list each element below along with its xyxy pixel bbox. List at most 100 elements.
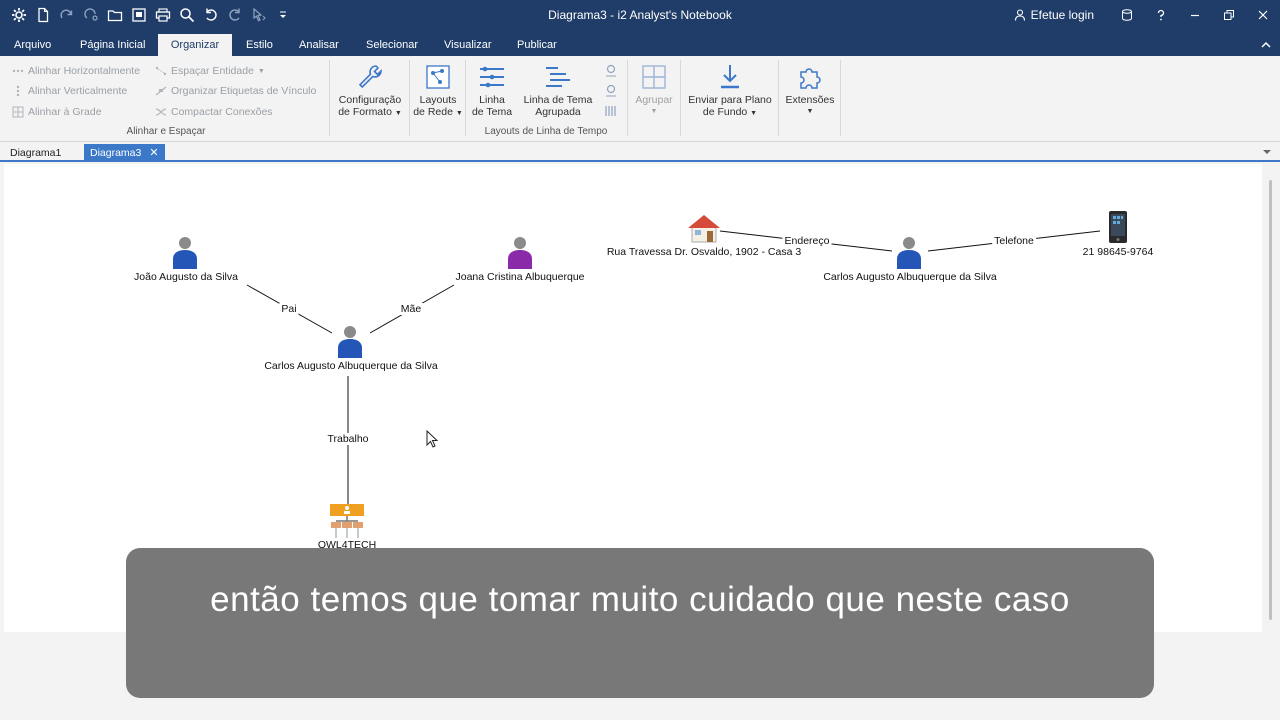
compact-connections-button[interactable]: Compactar Conexões — [155, 104, 273, 120]
organization-icon[interactable] — [329, 502, 365, 540]
restore-icon[interactable] — [1212, 0, 1246, 30]
doc-tab-diagrama3[interactable]: Diagrama3 ✕ — [84, 144, 165, 162]
extensions-button[interactable]: Extensões ▼ — [782, 60, 838, 118]
network-layouts-line1: Layouts — [419, 94, 457, 106]
network-layouts-line2: de Rede — [413, 106, 453, 118]
mouse-cursor-icon — [426, 430, 438, 448]
group-icon — [638, 60, 670, 94]
tab-arquivo[interactable]: Arquivo — [5, 34, 60, 56]
person-male-icon[interactable] — [896, 235, 922, 269]
ribbon-separator — [465, 60, 466, 136]
theme-line-icon — [476, 60, 508, 94]
house-icon[interactable] — [686, 212, 722, 244]
send-background-line1: Enviar para Plano — [688, 94, 772, 106]
align-horizontal-button[interactable]: Alinhar Horizontalmente — [12, 63, 140, 79]
tab-list-dropdown-icon[interactable] — [1262, 148, 1272, 156]
chevron-down-icon: ▼ — [650, 108, 658, 115]
chevron-down-icon: ▼ — [750, 110, 758, 117]
database-icon[interactable] — [1110, 0, 1144, 30]
network-layouts-button[interactable]: Layouts de Rede ▼ — [413, 60, 463, 120]
login-button[interactable]: Efetue login — [1014, 8, 1094, 22]
ribbon-separator — [840, 60, 841, 136]
align-vertical-icon — [16, 85, 20, 97]
entity-label-carlos-right: Carlos Augusto Albuquerque da Silva — [823, 271, 997, 283]
vertical-scrollbar[interactable] — [1262, 164, 1280, 632]
entity-label-joana: Joana Cristina Albuquerque — [455, 271, 585, 283]
space-entity-label: Espaçar Entidade — [171, 65, 254, 77]
link-label-phone[interactable]: Telefone — [992, 235, 1036, 247]
title-bar: Diagrama3 - i2 Analyst's Notebook Efetue… — [0, 0, 1280, 34]
tab-publicar[interactable]: Publicar — [508, 34, 566, 56]
close-icon[interactable] — [1246, 0, 1280, 30]
close-tab-icon[interactable]: ✕ — [149, 147, 158, 159]
space-entity-icon — [155, 66, 167, 76]
chevron-down-icon: ▼ — [455, 110, 463, 117]
scrollbar-thumb[interactable] — [1269, 180, 1272, 620]
format-config-button[interactable]: Configuração de Formato ▼ — [333, 60, 407, 120]
ribbon-separator — [680, 60, 681, 136]
tab-pagina-inicial[interactable]: Página Inicial — [71, 34, 154, 56]
ribbon-separator — [409, 60, 410, 136]
timeline-option-icon[interactable] — [604, 84, 618, 98]
align-vertical-button[interactable]: Alinhar Verticalmente — [12, 83, 127, 99]
ribbon-tab-bar: Arquivo Página Inicial Organizar Estilo … — [0, 34, 1280, 56]
person-male-icon[interactable] — [172, 235, 198, 269]
align-vertical-label: Alinhar Verticalmente — [28, 85, 128, 97]
tab-analisar[interactable]: Analisar — [290, 34, 348, 56]
mobile-phone-icon[interactable] — [1108, 210, 1128, 244]
link-labels-icon — [155, 86, 167, 96]
timeline-bars-icon[interactable] — [604, 104, 618, 118]
collapse-ribbon-icon[interactable] — [1260, 40, 1272, 50]
network-layout-icon — [422, 60, 454, 94]
align-horizontal-icon — [12, 69, 24, 73]
person-male-icon[interactable] — [337, 324, 363, 358]
grouped-theme-line-button[interactable]: Linha de Tema Agrupada — [520, 60, 596, 118]
theme-line-button[interactable]: Linha de Tema — [469, 60, 515, 118]
document-tab-bar: Diagrama1 Diagrama3 ✕ — [0, 143, 1280, 162]
send-background-line2: de Fundo — [702, 106, 748, 118]
help-icon[interactable] — [1144, 0, 1178, 30]
tab-organizar[interactable]: Organizar — [158, 34, 232, 56]
tab-selecionar[interactable]: Selecionar — [357, 34, 427, 56]
grouped-theme-line-line1: Linha de Tema — [523, 94, 593, 106]
doc-tab-label: Diagrama1 — [10, 147, 62, 159]
doc-tab-label: Diagrama3 — [90, 147, 142, 159]
align-group-label: Alinhar e Espaçar — [126, 126, 206, 137]
extensions-label: Extensões — [785, 94, 835, 106]
align-grid-button[interactable]: Alinhar à Grade — [12, 104, 102, 120]
window-controls: Efetue login — [1014, 0, 1280, 30]
grouped-theme-line-icon — [542, 60, 574, 94]
align-horizontal-label: Alinhar Horizontalmente — [28, 65, 141, 77]
link-label-address[interactable]: Endereço — [782, 235, 832, 247]
login-label: Efetue login — [1030, 8, 1094, 22]
group-button[interactable]: Agrupar ▼ — [630, 60, 678, 118]
chevron-down-icon: ▼ — [257, 67, 265, 75]
doc-tab-diagrama1[interactable]: Diagrama1 — [4, 144, 67, 162]
space-entity-button[interactable]: Espaçar Entidade ▼ — [155, 63, 265, 79]
send-backward-icon — [714, 60, 746, 94]
person-female-icon[interactable] — [507, 235, 533, 269]
link-label-work[interactable]: Trabalho — [325, 433, 371, 445]
grid-icon — [12, 106, 24, 118]
send-to-background-button[interactable]: Enviar para Plano de Fundo ▼ — [684, 60, 776, 120]
arrange-link-labels-label: Organizar Etiquetas de Vínculo — [171, 85, 317, 97]
theme-line-line2: de Tema — [471, 106, 513, 118]
link-label-mother[interactable]: Mãe — [398, 303, 424, 315]
format-config-line1: Configuração — [338, 94, 402, 106]
wrench-icon — [354, 60, 386, 94]
group-label: Agrupar — [635, 94, 673, 106]
align-grid-label: Alinhar à Grade — [28, 106, 102, 118]
chevron-down-icon: ▼ — [394, 110, 402, 117]
timeline-option-icon[interactable] — [604, 64, 618, 78]
tab-visualizar[interactable]: Visualizar — [435, 34, 501, 56]
link-label-father[interactable]: Pai — [279, 303, 299, 315]
tab-estilo[interactable]: Estilo — [237, 34, 282, 56]
compact-connections-label: Compactar Conexões — [171, 106, 273, 118]
format-config-line2: de Formato — [338, 106, 392, 118]
grouped-theme-line-line2: Agrupada — [535, 106, 581, 118]
timeline-group-label: Layouts de Linha de Tempo — [484, 126, 608, 137]
theme-line-line1: Linha — [479, 94, 505, 106]
arrange-link-labels-button[interactable]: Organizar Etiquetas de Vínculo — [155, 83, 316, 99]
minimize-icon[interactable] — [1178, 0, 1212, 30]
user-icon — [1014, 9, 1025, 21]
